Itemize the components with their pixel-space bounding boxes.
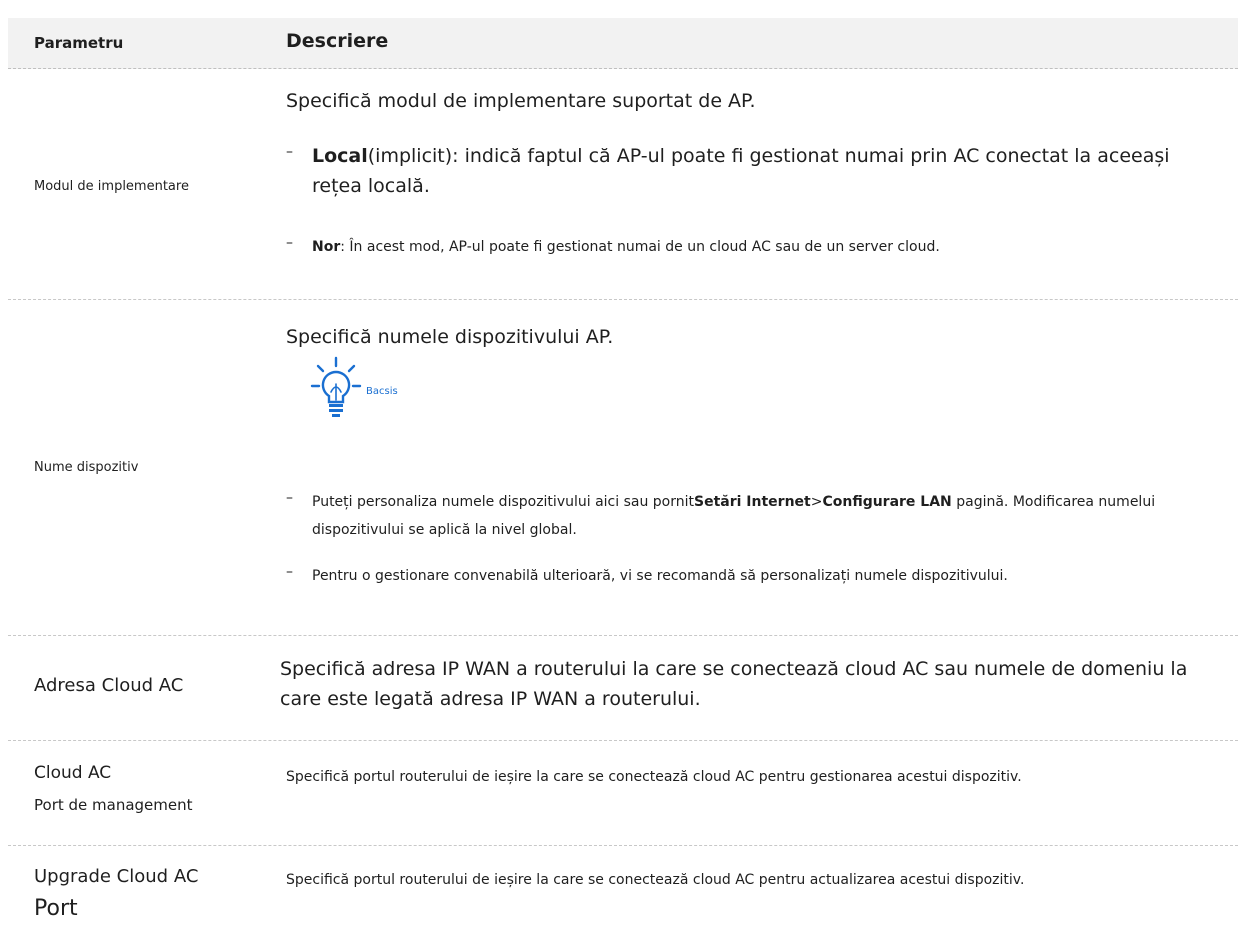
list-item: – Local(implicit): indică faptul că AP-u… (286, 141, 1192, 201)
list-item: – Nor: În acest mod, AP-ul poate fi gest… (286, 233, 1192, 261)
param-name-line1: Cloud AC (34, 763, 112, 783)
param-name: Modul de implementare (34, 179, 189, 194)
param-description: Specifică adresa IP WAN a routerului la … (280, 658, 1188, 710)
tip-box: Bacsis (308, 356, 428, 436)
header-description: Descriere (286, 30, 389, 52)
table-row: Adresa Cloud AC Specifică adresa IP WAN … (8, 636, 1238, 741)
bullet-text: : În acest mod, AP-ul poate fi gestionat… (340, 239, 940, 255)
menu-separator: > (810, 494, 823, 510)
table-row: Nume dispozitiv Specifică numele dispozi… (8, 300, 1238, 636)
bold-term: Setări Internet (694, 494, 811, 510)
header-parameter: Parametru (34, 34, 124, 52)
table-header: Parametru Descriere (8, 18, 1238, 69)
bold-term: Nor (312, 239, 341, 255)
param-name: Adresa Cloud AC (34, 675, 184, 696)
bold-term: Configurare LAN (822, 494, 952, 510)
bullet-text: Puteți personaliza numele dispozitivului… (312, 494, 694, 510)
table-row: Cloud AC Port de management Specifică po… (8, 741, 1238, 846)
param-name-line2: Port (34, 896, 78, 921)
param-description: Specifică modul de implementare suportat… (286, 90, 756, 112)
dash-bullet-icon: – (286, 144, 293, 160)
param-description: Specifică portul routerului de ieșire la… (286, 769, 1022, 785)
param-name: Nume dispozitiv (34, 460, 139, 475)
lightbulb-icon (310, 356, 362, 417)
param-name-line1: Upgrade Cloud AC (34, 866, 199, 887)
list-item: – Pentru o gestionare convenabilă ulteri… (286, 562, 1192, 590)
dash-bullet-icon: – (286, 490, 293, 506)
list-item: – Puteți personaliza numele dispozitivul… (286, 488, 1192, 544)
bold-term: Local (312, 145, 368, 167)
tip-label: Bacsis (366, 386, 398, 397)
table-row: Upgrade Cloud AC Port Specifică portul r… (8, 846, 1238, 950)
param-name-line2: Port de management (34, 796, 193, 814)
bullet-text: Pentru o gestionare convenabilă ulterioa… (312, 568, 1008, 584)
param-description: Specifică portul routerului de ieșire la… (286, 872, 1025, 888)
dash-bullet-icon: – (286, 564, 293, 580)
bullet-text: (implicit): indică faptul că AP-ul poate… (312, 145, 1170, 197)
table-row: Modul de implementare Specifică modul de… (8, 69, 1238, 300)
dash-bullet-icon: – (286, 235, 293, 251)
param-description: Specifică numele dispozitivului AP. (286, 326, 614, 348)
